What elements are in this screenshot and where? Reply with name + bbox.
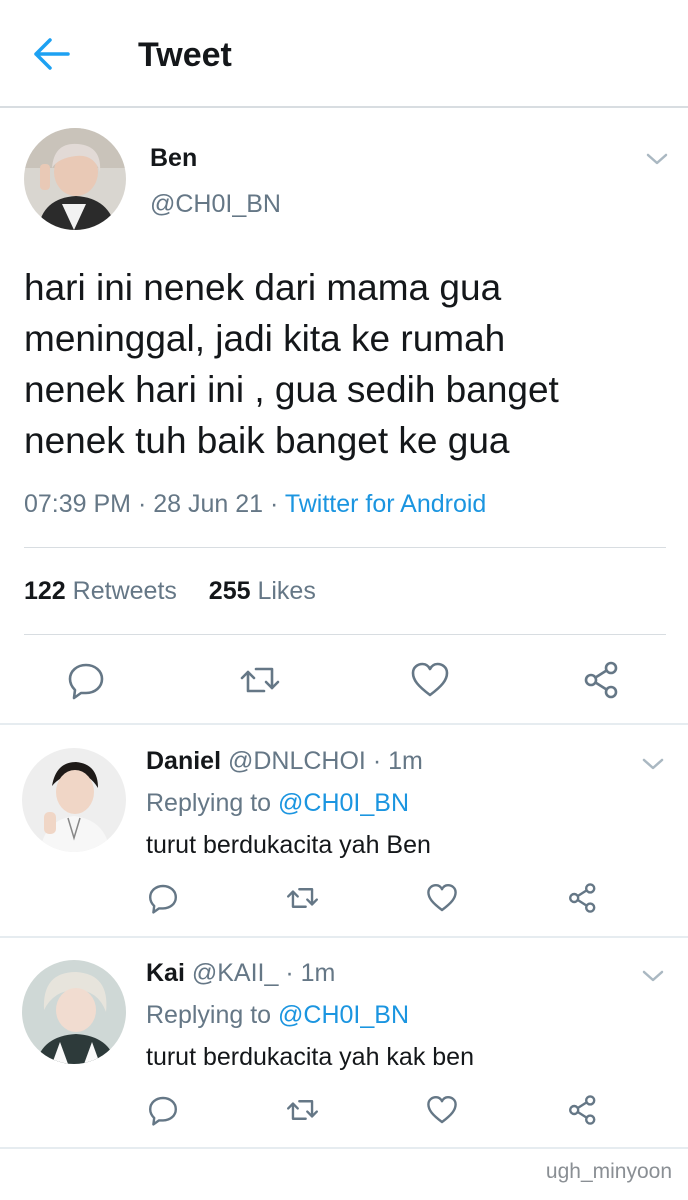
tweet-text-line: nenek tuh baik banget ke gua — [24, 420, 510, 461]
tweet-text-line: meninggal, jadi kita ke rumah — [24, 318, 506, 359]
separator: · — [270, 490, 285, 518]
reply-header: Daniel @DNLCHOI · 1m — [146, 747, 423, 776]
reply-button[interactable] — [147, 882, 179, 914]
reply-button[interactable] — [66, 660, 106, 700]
reply-time: 1m — [300, 959, 336, 987]
author-handle[interactable]: @CH0I_BN — [150, 190, 281, 219]
share-icon — [569, 1095, 596, 1125]
reply-menu-button[interactable] — [640, 755, 666, 773]
reply-author-name[interactable]: Daniel — [146, 747, 221, 775]
retweet-icon — [286, 1100, 319, 1120]
reply-header: Kai @KAII_ · 1m — [146, 959, 335, 988]
chevron-down-icon — [642, 758, 664, 770]
avatar[interactable] — [22, 748, 126, 852]
like-button[interactable] — [426, 882, 458, 914]
share-icon — [569, 883, 596, 913]
reply-icon — [149, 884, 177, 914]
retweet-button[interactable] — [285, 882, 320, 914]
watermark: ugh_minyoon — [545, 1160, 672, 1183]
tweet-text-line: hari ini nenek dari mama gua — [24, 267, 502, 308]
divider — [0, 936, 688, 938]
separator: · — [372, 747, 382, 775]
retweet-icon — [286, 888, 319, 908]
reply-menu-button[interactable] — [640, 967, 666, 985]
reply-time: 1m — [388, 747, 423, 775]
tweet-menu-button[interactable] — [644, 150, 670, 168]
separator: · — [285, 959, 294, 987]
replying-to-label: Replying to — [146, 1001, 272, 1029]
like-icon — [427, 884, 457, 912]
retweet-button[interactable] — [238, 660, 282, 700]
replying-to-label: Replying to — [146, 789, 272, 817]
tweet-date: 28 Jun 21 — [153, 490, 264, 518]
chevron-down-icon — [646, 153, 668, 165]
like-icon — [411, 662, 449, 697]
tweet-stats: 122 Retweets 255 Likes — [24, 577, 316, 606]
tweet-text-line: nenek hari ini , gua sedih banget — [24, 369, 559, 410]
divider — [0, 1147, 688, 1149]
chevron-down-icon — [642, 970, 664, 982]
reply-text: turut berdukacita yah Ben — [146, 831, 431, 859]
page-title: Tweet — [138, 36, 232, 74]
divider — [0, 723, 688, 725]
arrow-left-icon — [34, 38, 70, 70]
reply-icon — [149, 1096, 177, 1126]
reply-author-handle[interactable]: @DNLCHOI — [228, 747, 366, 775]
reply-icon — [68, 663, 104, 700]
divider — [24, 634, 666, 635]
retweet-button[interactable] — [285, 1094, 320, 1126]
reply-author-name[interactable]: Kai — [146, 959, 185, 987]
like-button[interactable] — [426, 1094, 458, 1126]
avatar[interactable] — [22, 960, 126, 1064]
like-label[interactable]: Likes — [257, 577, 315, 605]
replying-to: Replying to @CH0I_BN — [146, 789, 409, 818]
avatar[interactable] — [24, 128, 126, 230]
retweet-icon — [240, 667, 280, 693]
reply-button[interactable] — [147, 1094, 179, 1126]
divider — [24, 547, 666, 548]
retweet-count[interactable]: 122 — [24, 577, 66, 605]
mention-link[interactable]: @CH0I_BN — [278, 1001, 409, 1029]
tweet-time: 07:39 PM — [24, 490, 132, 518]
tweet-text: hari ini nenek dari mama gua meninggal, … — [24, 262, 664, 466]
author-name[interactable]: Ben — [150, 144, 197, 173]
replying-to: Replying to @CH0I_BN — [146, 1001, 409, 1030]
like-button[interactable] — [410, 660, 450, 700]
reply-author-handle[interactable]: @KAII_ — [192, 959, 279, 987]
share-button[interactable] — [567, 1094, 599, 1126]
share-button[interactable] — [582, 660, 622, 700]
tweet-metadata: 07:39 PM · 28 Jun 21 · Twitter for Andro… — [24, 490, 486, 519]
like-count[interactable]: 255 — [209, 577, 251, 605]
tweet-source-link[interactable]: Twitter for Android — [285, 490, 486, 518]
share-icon — [584, 661, 618, 699]
share-button[interactable] — [567, 882, 599, 914]
app-header: Tweet — [0, 0, 688, 108]
like-icon — [427, 1096, 457, 1124]
retweet-label[interactable]: Retweets — [73, 577, 177, 605]
mention-link[interactable]: @CH0I_BN — [278, 789, 409, 817]
back-button[interactable] — [30, 34, 74, 74]
separator: · — [137, 490, 154, 518]
reply-text: turut berdukacita yah kak ben — [146, 1043, 474, 1071]
